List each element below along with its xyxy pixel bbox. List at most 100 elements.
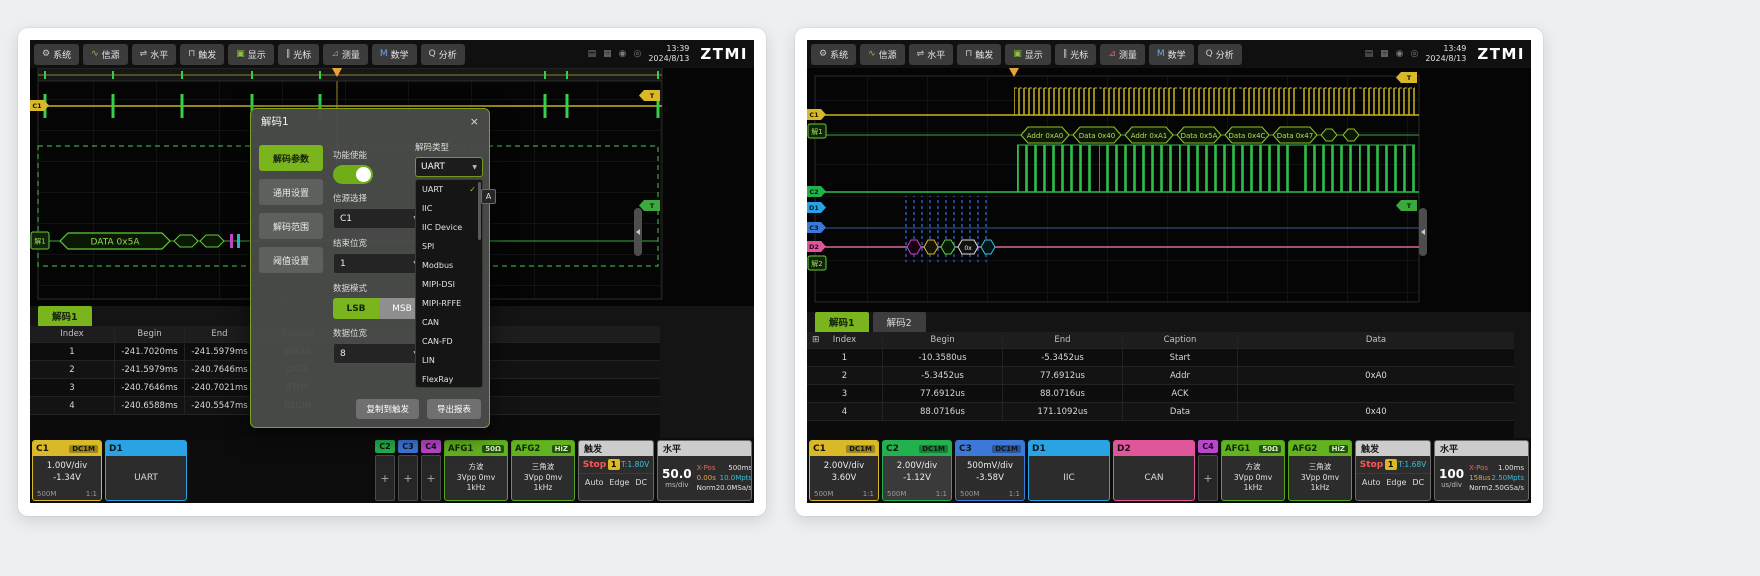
trigger-status-box[interactable]: 触发 Stop 1 T:1.68V Auto Edge DC <box>1355 440 1431 501</box>
menu-item-math[interactable]: M数学 <box>372 44 417 65</box>
dropdown-option-flexray[interactable]: FlexRay <box>416 370 482 388</box>
export-report-button[interactable]: 导出报表 <box>427 399 481 419</box>
oscilloscope-screen-right: ⚙系统 ∿信源 ⇌水平 ⊓触发 ▣显示 ∥光标 ⊿测量 M数学 Q分析 ▤ ▦ … <box>807 40 1531 503</box>
menu-item-measure[interactable]: ⊿测量 <box>323 44 368 65</box>
data-bits-select[interactable]: 8▼ <box>333 343 425 364</box>
dropdown-option-mipi-rffe[interactable]: MIPI-RFFE <box>416 294 482 313</box>
channel-box-c2[interactable]: C2DC1M 2.00V/div-1.12V 500M1:1 <box>882 440 952 501</box>
decode-bubble-label: Addr 0xA0 <box>1027 132 1064 140</box>
side-panel-handle[interactable] <box>1419 208 1427 256</box>
trigger-status-box[interactable]: 触发 Stop 1 T:1.80V Auto Edge DC <box>578 440 654 501</box>
enable-toggle[interactable] <box>333 165 373 184</box>
disk-status-icon: ▦ <box>1380 49 1389 59</box>
keyboard-icon[interactable]: A <box>481 189 496 204</box>
decode-bubble-label: DATA 0x5A <box>91 238 141 248</box>
data-mode-segment: LSB MSB <box>333 298 425 319</box>
channel-box-c1[interactable]: C1DC1M 1.00V/div-1.34V 500M1:1 <box>32 440 102 501</box>
channel-chip-c4[interactable]: C4 <box>421 440 441 453</box>
horizontal-status-box[interactable]: 水平 100us/div X-Pos1.00ms 158us2.50Mpts N… <box>1434 440 1529 501</box>
menu-item-trigger[interactable]: ⊓触发 <box>180 44 224 65</box>
menu-item-analysis[interactable]: Q分析 <box>1198 44 1242 65</box>
waveform-display[interactable]: Addr 0xA0 Data 0x40 Addr 0xA1 Data 0x5A … <box>807 68 1531 312</box>
decode2-bus-tag: 解2 <box>808 256 826 270</box>
decode-type-combo[interactable]: UART▼ <box>415 157 483 177</box>
dropdown-option-iic[interactable]: IIC <box>416 199 482 218</box>
decode-tab-bar: 解码1 解码2 <box>815 312 926 332</box>
menu-item-source[interactable]: ∿信源 <box>83 44 128 65</box>
decode-tab-bar: 解码1 <box>38 306 92 326</box>
menu-label: 显示 <box>248 48 266 61</box>
tab-decode1[interactable]: 解码1 <box>38 306 92 326</box>
dialog-tab-general[interactable]: 通用设置 <box>259 179 323 205</box>
trigger-icon: ⊓ <box>965 50 972 59</box>
menu-item-system[interactable]: ⚙系统 <box>34 44 79 65</box>
add-channel-c3-button[interactable]: + <box>398 455 418 501</box>
side-panel-handle[interactable] <box>634 208 642 256</box>
channel-box-c3[interactable]: C3DC1M 500mV/div-3.58V 500M1:1 <box>955 440 1025 501</box>
table-row[interactable]: 4 88.0716us 171.1092us Data 0x40 <box>807 403 1514 421</box>
tab-decode2[interactable]: 解码2 <box>873 312 926 332</box>
table-header-row: ⊞ Index Begin End Caption Data <box>807 332 1514 349</box>
menu-label: 分析 <box>1216 48 1234 61</box>
cursor-icon: ∥ <box>286 50 291 59</box>
table-row[interactable]: 1 -10.3580us -5.3452us Start <box>807 349 1514 367</box>
menu-item-horizontal[interactable]: ⇌水平 <box>909 44 954 65</box>
copy-to-trigger-button[interactable]: 复制到触发 <box>356 399 419 419</box>
tab-decode1[interactable]: 解码1 <box>815 312 869 332</box>
timebase-scale: 50.0 <box>662 467 692 481</box>
menu-item-analysis[interactable]: Q分析 <box>421 44 465 65</box>
toggle-knob <box>356 167 371 182</box>
add-channel-c4-button[interactable]: + <box>1198 455 1218 501</box>
dropdown-option-iic-device[interactable]: IIC Device <box>416 218 482 237</box>
dialog-tab-decode-params[interactable]: 解码参数 <box>259 145 323 171</box>
afg1-load-badge: 50Ω <box>482 445 504 453</box>
channel-box-d1[interactable]: D1 IIC <box>1028 440 1110 501</box>
check-icon: ✓ <box>469 185 476 194</box>
clock: 13:49 2024/8/13 <box>1425 44 1466 64</box>
dropdown-option-can-fd[interactable]: CAN-FD <box>416 332 482 351</box>
disk-status-icon: ▦ <box>603 49 612 59</box>
menu-bar: ⚙系统 ∿信源 ⇌水平 ⊓触发 ▣显示 ∥光标 ⊿测量 M数学 Q分析 ▤ ▦ … <box>30 40 754 68</box>
menu-item-trigger[interactable]: ⊓触发 <box>957 44 1001 65</box>
menu-item-measure[interactable]: ⊿测量 <box>1100 44 1145 65</box>
add-channel-c2-button[interactable]: + <box>375 455 395 501</box>
dialog-tab-threshold[interactable]: 阈值设置 <box>259 247 323 273</box>
dropdown-option-spi[interactable]: SPI <box>416 237 482 256</box>
dropdown-option-modbus[interactable]: Modbus <box>416 256 482 275</box>
dialog-tab-range[interactable]: 解码范围 <box>259 213 323 239</box>
afg1-box[interactable]: AFG150Ω 方波3Vpp 0mv1kHz <box>1221 440 1285 501</box>
menu-item-display[interactable]: ▣显示 <box>228 44 274 65</box>
menu-item-system[interactable]: ⚙系统 <box>811 44 856 65</box>
decode-bubble-label: Data 0x4C <box>1229 132 1266 140</box>
dropdown-option-mipi-dsi[interactable]: MIPI-DSI <box>416 275 482 294</box>
menu-item-horizontal[interactable]: ⇌水平 <box>132 44 177 65</box>
table-grid-icon[interactable]: ⊞ <box>812 335 820 345</box>
menu-item-source[interactable]: ∿信源 <box>860 44 905 65</box>
afg1-box[interactable]: AFG150Ω 方波3Vpp 0mv1kHz <box>444 440 508 501</box>
stopbits-select[interactable]: 1▼ <box>333 253 425 274</box>
channel-chip-c2[interactable]: C2 <box>375 440 395 453</box>
decode-result-table: ⊞ Index Begin End Caption Data 1 -10.358… <box>807 332 1514 438</box>
table-row[interactable]: 2 -5.3452us 77.6912us Addr 0xA0 <box>807 367 1514 385</box>
channel-chip-c4[interactable]: C4 <box>1198 440 1218 453</box>
menu-item-cursor[interactable]: ∥光标 <box>1055 44 1097 65</box>
dropdown-option-lin[interactable]: LIN <box>416 351 482 370</box>
add-channel-c4-button[interactable]: + <box>421 455 441 501</box>
horizontal-status-box[interactable]: 水平 50.0ms/div X-Pos500ms 0.00s10.0Mpts N… <box>657 440 752 501</box>
lsb-option[interactable]: LSB <box>333 298 379 319</box>
dropdown-option-can[interactable]: CAN <box>416 313 482 332</box>
menu-label: 信源 <box>102 48 120 61</box>
afg2-box[interactable]: AFG2HiZ 三角波3Vpp 0mv1kHz <box>1288 440 1352 501</box>
menu-item-cursor[interactable]: ∥光标 <box>278 44 320 65</box>
afg2-box[interactable]: AFG2HiZ 三角波3Vpp 0mv1kHz <box>511 440 575 501</box>
channel-chip-c3[interactable]: C3 <box>398 440 418 453</box>
table-row[interactable]: 3 77.6912us 88.0716us ACK <box>807 385 1514 403</box>
dropdown-option-uart[interactable]: UART✓ <box>416 180 482 199</box>
channel-box-c1[interactable]: C1DC1M 2.00V/div3.60V 500M1:1 <box>809 440 879 501</box>
menu-item-math[interactable]: M数学 <box>1149 44 1194 65</box>
channel-box-d2[interactable]: D2 CAN <box>1113 440 1195 501</box>
close-icon[interactable]: × <box>470 115 479 128</box>
menu-item-display[interactable]: ▣显示 <box>1005 44 1051 65</box>
source-select[interactable]: C1▼ <box>333 208 425 229</box>
channel-box-d1[interactable]: D1 UART <box>105 440 187 501</box>
